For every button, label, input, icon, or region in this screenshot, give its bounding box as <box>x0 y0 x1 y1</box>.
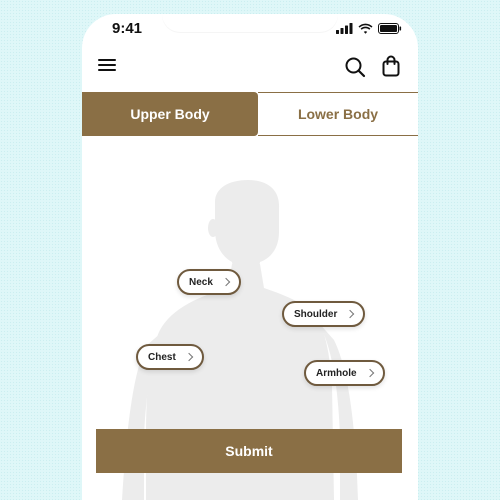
status-time: 9:41 <box>112 20 143 37</box>
chest-hotspot[interactable]: Chest <box>136 344 204 370</box>
chevron-right-icon <box>365 368 374 378</box>
menu-icon[interactable] <box>98 58 116 72</box>
cellular-signal-icon <box>336 23 353 34</box>
chevron-right-icon <box>346 309 355 319</box>
shopping-bag-icon[interactable] <box>382 55 400 77</box>
submit-button[interactable]: Submit <box>96 429 402 473</box>
chevron-right-icon <box>184 352 194 362</box>
phone-screen: 9:41 Upper Body Lower Body Neck Shoulder… <box>82 14 418 500</box>
status-icons <box>336 23 402 34</box>
neck-label: Neck <box>189 276 213 288</box>
tab-upper-body[interactable]: Upper Body <box>82 92 258 136</box>
shoulder-hotspot[interactable]: Shoulder <box>282 301 366 327</box>
status-bar: 9:41 <box>82 14 418 46</box>
battery-icon <box>378 23 402 34</box>
page-background: 9:41 Upper Body Lower Body Neck Shoulder… <box>0 0 500 500</box>
wifi-icon <box>358 23 373 34</box>
armhole-hotspot[interactable]: Armhole <box>304 360 385 386</box>
chest-label: Chest <box>148 351 176 363</box>
search-icon[interactable] <box>344 56 366 78</box>
device-notch <box>162 14 338 32</box>
armhole-label: Armhole <box>316 367 357 379</box>
tab-lower-body[interactable]: Lower Body <box>258 92 418 136</box>
body-section-tabs: Upper Body Lower Body <box>82 92 418 136</box>
chevron-right-icon <box>221 277 231 287</box>
top-navigation <box>82 50 418 86</box>
neck-hotspot[interactable]: Neck <box>177 269 241 295</box>
shoulder-label: Shoulder <box>294 308 338 320</box>
